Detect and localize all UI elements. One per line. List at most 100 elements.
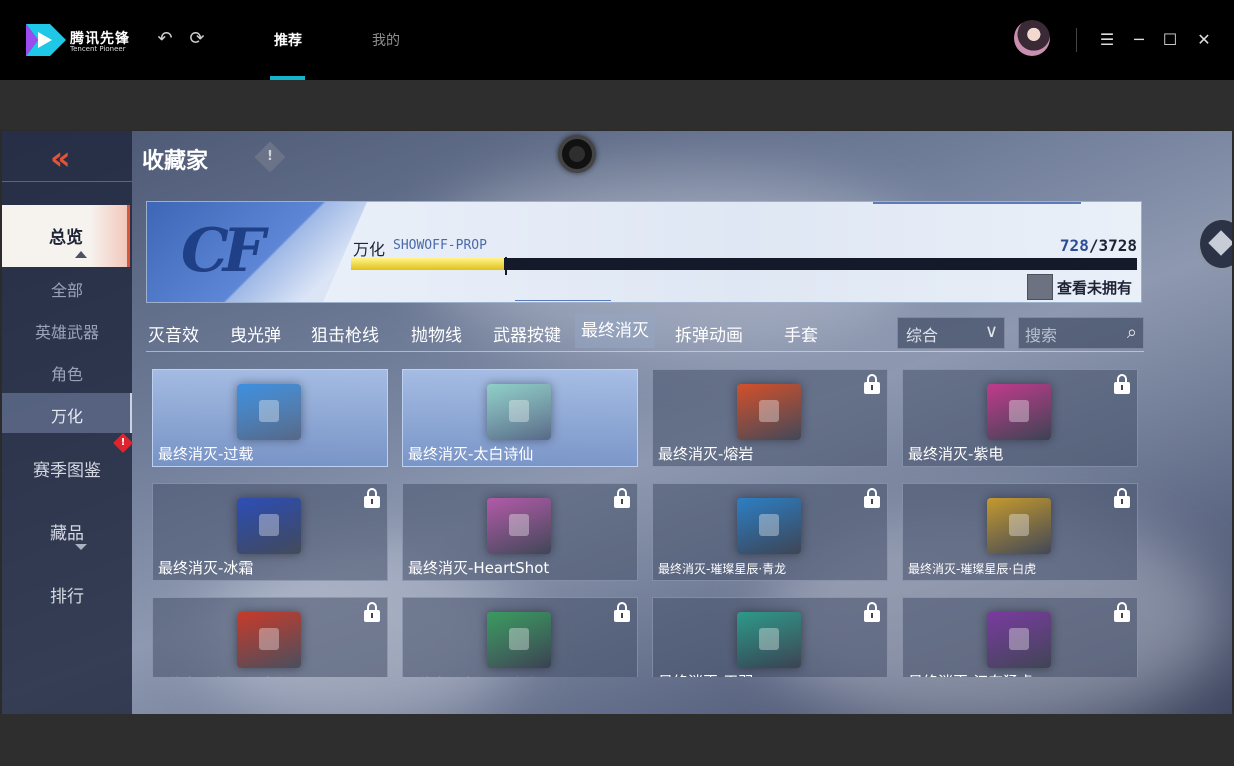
item-thumbnail-icon xyxy=(237,384,301,440)
category-tab-silencer[interactable]: 灭音效 xyxy=(148,321,199,346)
sort-dropdown[interactable]: 综合 ∨ xyxy=(897,317,1005,349)
item-card[interactable]: 最终消灭-璀璨星辰·玄武 xyxy=(402,597,638,677)
stream-top-band xyxy=(0,80,1234,130)
tab-mine[interactable]: 我的 xyxy=(372,30,400,50)
sidebar-item-characters[interactable]: 角色 xyxy=(2,361,132,385)
item-label: 最终消灭-过载 xyxy=(158,445,254,463)
collection-name-en: SHOWOFF-PROP xyxy=(393,238,487,253)
item-label: 最终消灭-天羽 xyxy=(658,671,753,677)
sidebar-item-wanhua[interactable]: 万化 xyxy=(2,403,132,427)
item-card[interactable]: 最终消灭-紫电 xyxy=(902,369,1138,467)
item-thumbnail-icon xyxy=(237,612,301,668)
search-input[interactable]: 搜索 ⌕ xyxy=(1018,317,1144,349)
item-label: 最终消灭-HeartShot xyxy=(408,559,550,577)
collection-progress-bar xyxy=(351,258,1137,270)
item-thumbnail-icon xyxy=(487,612,551,668)
item-thumbnail-icon xyxy=(987,498,1051,554)
tab-recommend[interactable]: 推荐 xyxy=(274,30,302,50)
collection-banner: CF 万化 SHOWOFF-PROP 728/3728 查看未拥有 xyxy=(146,201,1142,303)
expand-arrow-icon xyxy=(75,544,87,550)
refresh-icon[interactable]: ⟳ xyxy=(186,29,208,51)
lock-icon xyxy=(863,488,881,508)
category-tab-sniper-line[interactable]: 狙击枪线 xyxy=(311,321,379,346)
item-card[interactable]: 最终消灭-璀璨星辰·朱雀 xyxy=(152,597,388,677)
lock-icon xyxy=(1113,488,1131,508)
item-card[interactable]: 最终消灭-熔岩 xyxy=(652,369,888,467)
lock-icon xyxy=(363,602,381,622)
lock-icon xyxy=(613,488,631,508)
page-title: 收藏家 xyxy=(142,149,209,174)
lock-icon xyxy=(363,488,381,508)
sidebar-item-collectibles[interactable]: 藏品 xyxy=(2,519,132,544)
show-unowned-label[interactable]: 查看未拥有 xyxy=(1057,277,1132,298)
progress-marker xyxy=(505,257,507,275)
sidebar-item-ranking[interactable]: 排行 xyxy=(2,582,132,607)
item-card[interactable]: 最终消灭-璀璨星辰·青龙 xyxy=(652,483,888,581)
item-label: 最终消灭-璀璨星辰·白虎 xyxy=(908,562,1037,576)
item-card[interactable]: 最终消灭-过载 xyxy=(152,369,388,467)
app-titlebar: 腾讯先锋 Tencent Pioneer ↶ ⟳ 推荐 我的 ☰ ─ ☐ ✕ xyxy=(0,0,1234,80)
back-chevron-icon[interactable]: « xyxy=(50,142,90,174)
item-label: 最终消灭-紫电 xyxy=(908,445,1004,463)
back-arrow-icon[interactable]: ↶ xyxy=(154,29,176,51)
lock-icon xyxy=(1113,602,1131,622)
info-icon[interactable]: ! xyxy=(254,141,286,173)
category-tab-parabola[interactable]: 抛物线 xyxy=(411,321,462,346)
item-thumbnail-icon xyxy=(737,612,801,668)
item-label: 最终消灭-太白诗仙 xyxy=(408,445,534,463)
cf-logo-icon: CF xyxy=(181,216,265,286)
item-thumbnail-icon xyxy=(487,498,551,554)
sidebar-item-overview-label: 总览 xyxy=(49,228,83,248)
item-label: 最终消灭-璀璨星辰·青龙 xyxy=(658,562,787,576)
titlebar-divider xyxy=(1076,28,1077,52)
sidebar-item-all[interactable]: 全部 xyxy=(2,277,132,301)
floating-control-icon[interactable] xyxy=(558,135,596,173)
collection-progress-fill xyxy=(351,258,505,270)
item-card[interactable]: 最终消灭-冰霜 xyxy=(152,483,388,581)
item-thumbnail-icon xyxy=(737,384,801,440)
minimize-icon[interactable]: ─ xyxy=(1127,28,1151,52)
item-card[interactable]: 最终消灭-江东猛虎 xyxy=(902,597,1138,677)
item-thumbnail-icon xyxy=(987,384,1051,440)
item-thumbnail-icon xyxy=(237,498,301,554)
category-tab-final-kill[interactable]: 最终消灭 xyxy=(575,314,655,348)
side-menu-toggle-icon[interactable] xyxy=(1197,217,1232,271)
maximize-icon[interactable]: ☐ xyxy=(1158,28,1182,52)
sidebar-item-season-guide[interactable]: 赛季图鉴 xyxy=(2,456,132,481)
chevron-down-icon: ∨ xyxy=(984,321,998,342)
category-tab-gloves[interactable]: 手套 xyxy=(784,321,818,346)
menu-icon[interactable]: ☰ xyxy=(1095,28,1119,52)
lock-icon xyxy=(613,602,631,622)
stream-bottom-band xyxy=(0,714,1234,766)
category-tab-weapon-button[interactable]: 武器按键 xyxy=(493,321,561,346)
item-label: 最终消灭-冰霜 xyxy=(158,559,254,577)
collector-sidebar: « 总览 全部 英雄武器 角色 万化 赛季图鉴 ! 藏品 排行 xyxy=(2,131,133,714)
close-icon[interactable]: ✕ xyxy=(1192,28,1216,52)
lock-icon xyxy=(863,374,881,394)
item-label: 最终消灭-熔岩 xyxy=(658,445,754,463)
item-label: 最终消灭-璀璨星辰·朱雀 xyxy=(158,674,286,677)
game-stream[interactable]: « 总览 全部 英雄武器 角色 万化 赛季图鉴 ! 藏品 排行 收藏家 ! CF… xyxy=(2,131,1232,714)
app-logo-icon xyxy=(26,24,66,56)
item-thumbnail-icon xyxy=(737,498,801,554)
show-unowned-checkbox[interactable] xyxy=(1027,274,1053,300)
lock-icon xyxy=(863,602,881,622)
user-avatar[interactable] xyxy=(1014,20,1050,56)
item-card[interactable]: 最终消灭-璀璨星辰·白虎 xyxy=(902,483,1138,581)
category-tab-defuse-animation[interactable]: 拆弹动画 xyxy=(675,321,743,346)
item-card[interactable]: 最终消灭-天羽 xyxy=(652,597,888,677)
item-label: 最终消灭-江东猛虎 xyxy=(908,671,1033,677)
collection-count: 728/3728 xyxy=(1059,236,1137,255)
item-card[interactable]: 最终消灭-太白诗仙 xyxy=(402,369,638,467)
category-tab-tracer[interactable]: 曳光弹 xyxy=(230,321,281,346)
collapse-arrow-icon xyxy=(75,251,87,258)
search-icon[interactable]: ⌕ xyxy=(1127,322,1137,343)
item-card[interactable]: 最终消灭-HeartShot xyxy=(402,483,638,581)
alert-badge-icon: ! xyxy=(113,433,133,453)
item-grid: 最终消灭-过载 最终消灭-太白诗仙 最终消灭-熔岩 最终消灭-紫电 最终消灭-冰霜 最终消… xyxy=(152,369,1138,677)
item-thumbnail-icon xyxy=(987,612,1051,668)
sidebar-item-hero-weapons[interactable]: 英雄武器 xyxy=(2,319,132,343)
collection-name: 万化 xyxy=(353,240,386,259)
item-thumbnail-icon xyxy=(487,384,551,440)
item-label: 最终消灭-璀璨星辰·玄武 xyxy=(408,674,536,677)
